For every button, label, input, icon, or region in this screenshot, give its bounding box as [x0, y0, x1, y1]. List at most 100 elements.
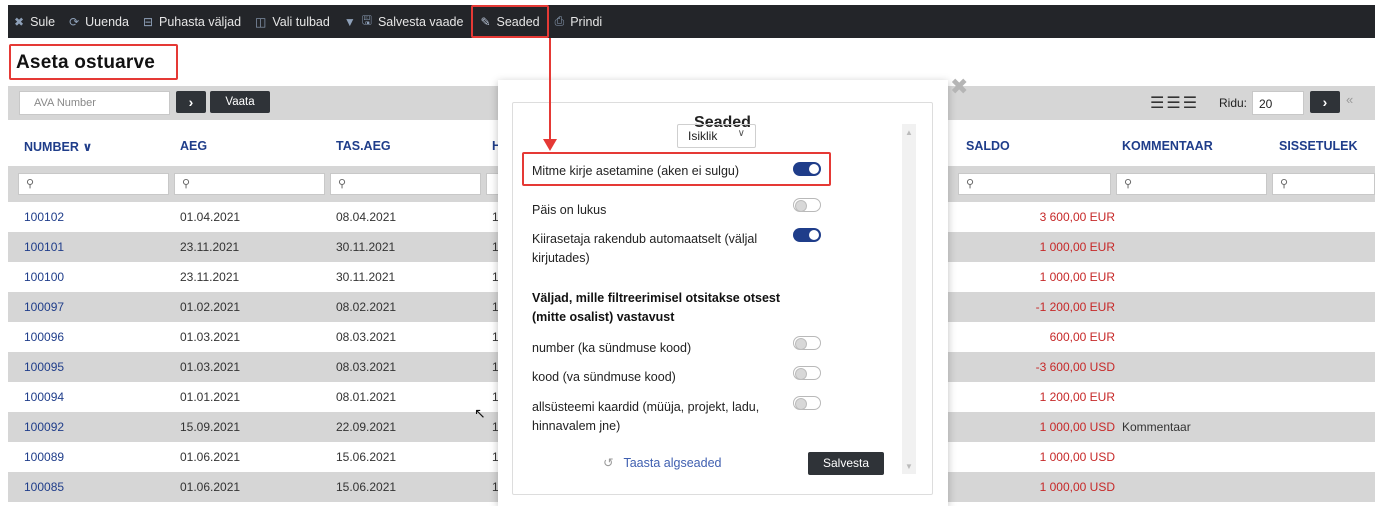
- cell-saldo: 1 000,00 USD: [1039, 480, 1115, 494]
- rows-label: Ridu:: [1219, 96, 1248, 110]
- filter-kommentaar[interactable]: ⚲: [1116, 173, 1267, 195]
- density-wide-icon[interactable]: ☰: [1183, 93, 1197, 113]
- mouse-cursor-icon: ↖: [474, 405, 486, 421]
- view-density-toggle: ☰ ☰ ☰: [1150, 93, 1197, 113]
- cell-saldo: 3 600,00 EUR: [1039, 210, 1115, 224]
- cell-aeg: 01.04.2021: [180, 210, 241, 224]
- scope-select[interactable]: Isiklik ∨: [677, 124, 756, 148]
- print-icon: ⎙: [554, 14, 565, 28]
- page-title: Aseta ostuarve: [9, 44, 178, 80]
- cell-aeg: 01.06.2021: [180, 480, 241, 494]
- cell-tasaeg: 08.04.2021: [336, 210, 397, 224]
- cell-aeg: 01.06.2021: [180, 450, 241, 464]
- caret-down-icon: ▼: [343, 14, 356, 29]
- setting-kood-exact-toggle[interactable]: [793, 366, 821, 380]
- setting-number-exact-label: number (ka sündmuse kood): [532, 341, 692, 355]
- setting-subsystem-exact-toggle[interactable]: [793, 396, 821, 410]
- cell-aeg: 01.02.2021: [180, 300, 241, 314]
- cell-number[interactable]: 100085: [24, 480, 64, 494]
- cell-aeg: 01.03.2021: [180, 330, 241, 344]
- cell-number[interactable]: 100102: [24, 210, 64, 224]
- cell-tasaeg: 08.02.2021: [336, 300, 397, 314]
- setting-multi-entry-toggle[interactable]: [793, 162, 821, 176]
- modal-scrollbar[interactable]: [902, 124, 916, 474]
- cell-aeg: 15.09.2021: [180, 420, 241, 434]
- cell-tasaeg: 08.01.2021: [336, 390, 397, 404]
- col-header-kommentaar[interactable]: KOMMENTAAR: [1122, 139, 1213, 153]
- rows-per-page-input[interactable]: 20: [1252, 91, 1304, 115]
- search-icon: ⚲: [26, 178, 35, 190]
- search-icon: ⚲: [182, 178, 191, 190]
- annotation-arrow-line: [549, 38, 551, 142]
- collapse-icon[interactable]: «: [1346, 92, 1353, 107]
- search-icon: ⚲: [1124, 178, 1133, 190]
- print-button[interactable]: ⎙ Prindi: [549, 5, 611, 38]
- go-button[interactable]: ›: [176, 91, 206, 113]
- search-icon: ⚲: [1280, 178, 1289, 190]
- filter-sissetulek[interactable]: ⚲: [1272, 173, 1375, 195]
- setting-kood-exact-label: kood (va sündmuse kood): [532, 370, 676, 384]
- cell-saldo: 600,00 EUR: [1049, 330, 1115, 344]
- refresh-icon: ⟳: [69, 14, 80, 29]
- cell-saldo: -3 600,00 USD: [1035, 360, 1115, 374]
- choose-columns-button[interactable]: ◫ Vali tulbad: [249, 5, 338, 38]
- col-header-aeg[interactable]: AEG: [180, 139, 207, 153]
- cell-aeg: 01.01.2021: [180, 390, 241, 404]
- setting-number-exact-toggle[interactable]: [793, 336, 821, 350]
- wrench-icon: ✎: [480, 14, 491, 29]
- filter-saldo[interactable]: ⚲: [958, 173, 1111, 195]
- cell-number[interactable]: 100089: [24, 450, 64, 464]
- density-normal-icon[interactable]: ☰: [1166, 93, 1180, 113]
- save-view-button[interactable]: ▼ 🖫 Salvesta vaade: [338, 5, 472, 38]
- ava-number-input[interactable]: AVA Number: [19, 91, 170, 115]
- cell-saldo: 1 000,00 EUR: [1039, 270, 1115, 284]
- cell-number[interactable]: 100094: [24, 390, 64, 404]
- cell-saldo: 1 000,00 USD: [1039, 450, 1115, 464]
- refresh-button[interactable]: ⟳ Uuenda: [63, 5, 137, 38]
- cell-number[interactable]: 100095: [24, 360, 64, 374]
- filter-number[interactable]: ⚲: [18, 173, 169, 195]
- cell-number[interactable]: 100096: [24, 330, 64, 344]
- cell-aeg: 23.11.2021: [180, 270, 240, 284]
- filter-aeg[interactable]: ⚲: [174, 173, 325, 195]
- setting-quick-insert-toggle[interactable]: [793, 228, 821, 242]
- cell-number[interactable]: 100092: [24, 420, 64, 434]
- col-header-number[interactable]: NUMBER ∨: [24, 139, 92, 154]
- columns-icon: ◫: [255, 14, 267, 29]
- col-header-saldo[interactable]: SALDO: [966, 139, 1010, 153]
- next-page-button[interactable]: ›: [1310, 91, 1340, 113]
- scroll-down-icon[interactable]: ▼: [905, 462, 913, 471]
- reset-defaults-link[interactable]: ↺ Taasta algseaded: [603, 455, 721, 470]
- clear-fields-button[interactable]: ⊟ Puhasta väljad: [137, 5, 249, 38]
- setting-header-locked-toggle[interactable]: [793, 198, 821, 212]
- modal-close-icon[interactable]: ✖: [950, 74, 968, 100]
- density-compact-icon[interactable]: ☰: [1150, 93, 1164, 113]
- search-icon: ⚲: [966, 178, 975, 190]
- clear-icon: ⊟: [142, 14, 154, 29]
- col-header-tasaeg[interactable]: TAS.AEG: [336, 139, 391, 153]
- cell-saldo: -1 200,00 EUR: [1035, 300, 1115, 314]
- undo-icon: ↺: [603, 456, 614, 470]
- setting-subsystem-exact-label: allsüsteemi kaardid (müüja, projekt, lad…: [532, 400, 760, 433]
- chevron-right-icon: ›: [1322, 94, 1328, 110]
- cell-saldo: 1 000,00 USD: [1039, 420, 1115, 434]
- scroll-up-icon[interactable]: ▲: [905, 128, 913, 137]
- cell-tasaeg: 15.06.2021: [336, 480, 397, 494]
- filter-tasaeg[interactable]: ⚲: [330, 173, 481, 195]
- exact-match-heading: Väljad, mille filtreerimisel otsitakse o…: [532, 291, 781, 324]
- close-button[interactable]: ✖ Sule: [8, 5, 63, 38]
- settings-button[interactable]: ✎ Seaded: [471, 5, 549, 38]
- col-header-sissetulek[interactable]: SISSETULEK: [1279, 139, 1358, 153]
- cell-saldo: 1 000,00 EUR: [1039, 240, 1115, 254]
- search-icon: ⚲: [338, 178, 347, 190]
- cell-number[interactable]: 100101: [24, 240, 64, 254]
- save-settings-button[interactable]: Salvesta: [808, 452, 884, 475]
- cell-kommentaar: Kommentaar: [1122, 420, 1191, 434]
- cell-number[interactable]: 100097: [24, 300, 64, 314]
- view-button[interactable]: Vaata: [210, 91, 270, 113]
- setting-multi-entry-label: Mitme kirje asetamine (aken ei sulgu): [532, 164, 740, 178]
- cell-number[interactable]: 100100: [24, 270, 64, 284]
- close-icon: ✖: [14, 14, 25, 29]
- cell-tasaeg: 30.11.2021: [336, 240, 396, 254]
- save-icon: 🖫: [361, 13, 372, 27]
